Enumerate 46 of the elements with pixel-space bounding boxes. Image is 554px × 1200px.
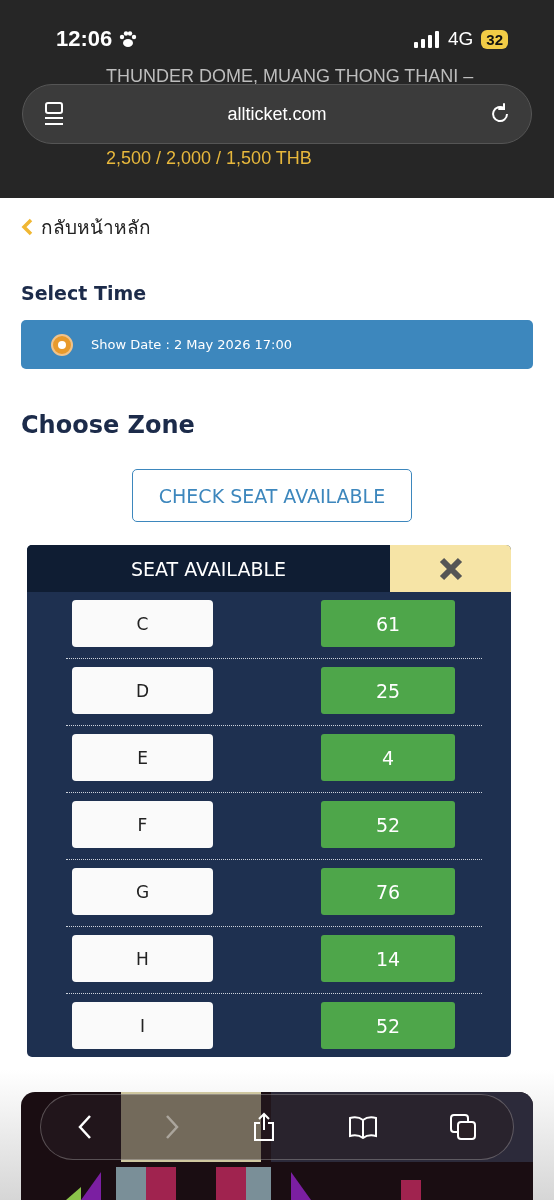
back-link[interactable]: กลับหน้าหลัก <box>21 212 151 242</box>
zone-label: F <box>72 801 213 848</box>
zone-label: H <box>72 935 213 982</box>
paw-icon <box>118 30 139 48</box>
zone-label: G <box>72 868 213 915</box>
bookmarks-button[interactable] <box>347 1115 378 1139</box>
section-title: Choose Zone <box>21 411 196 439</box>
zone-label: C <box>72 600 213 647</box>
show-date-option[interactable]: Show Date : 2 May 2026 17:00 <box>21 320 533 369</box>
seat-count: 25 <box>321 667 455 714</box>
tabs-icon <box>449 1113 478 1141</box>
price-text: 2,500 / 2,000 / 1,500 THB <box>105 148 313 169</box>
tabs-button[interactable] <box>449 1113 478 1141</box>
chevron-left-icon <box>76 1114 93 1140</box>
seat-count: 52 <box>321 1002 455 1049</box>
share-icon <box>252 1112 276 1142</box>
page-menu-icon <box>43 101 65 127</box>
url-text: allticket.com <box>227 103 327 125</box>
back-text: กลับหน้าหลัก <box>41 215 151 240</box>
check-seat-button[interactable]: CHECK SEAT AVAILABLE <box>132 469 412 522</box>
battery-level: 32 <box>481 29 508 49</box>
address-bar[interactable]: allticket.com <box>22 84 532 144</box>
back-button[interactable] <box>76 1114 93 1140</box>
book-icon <box>347 1115 378 1139</box>
seat-count: 61 <box>321 600 455 647</box>
seat-count: 52 <box>321 801 455 848</box>
signal-icon <box>413 30 440 48</box>
panel-title: SEAT AVAILABLE <box>27 545 390 592</box>
close-icon <box>438 556 463 581</box>
chevron-left-icon <box>21 218 33 236</box>
seat-count: 14 <box>321 935 455 982</box>
seat-count: 76 <box>321 868 455 915</box>
network-type: 4G <box>447 28 474 50</box>
close-button[interactable] <box>390 545 511 592</box>
section-title: Select Time <box>21 282 148 304</box>
chevron-right-icon <box>164 1114 181 1140</box>
zone-label: D <box>72 667 213 714</box>
share-button[interactable] <box>252 1112 276 1142</box>
zone-label: I <box>72 1002 213 1049</box>
show-date-text: Show Date : 2 May 2026 17:00 <box>91 337 293 352</box>
radio-button[interactable] <box>51 333 73 356</box>
seat-count: 4 <box>321 734 455 781</box>
venue-text: THUNDER DOME, MUANG THONG THANI – <box>105 70 475 84</box>
reload-icon[interactable] <box>489 103 511 125</box>
status-time: 12:06 <box>56 26 113 52</box>
zone-label: E <box>72 734 213 781</box>
